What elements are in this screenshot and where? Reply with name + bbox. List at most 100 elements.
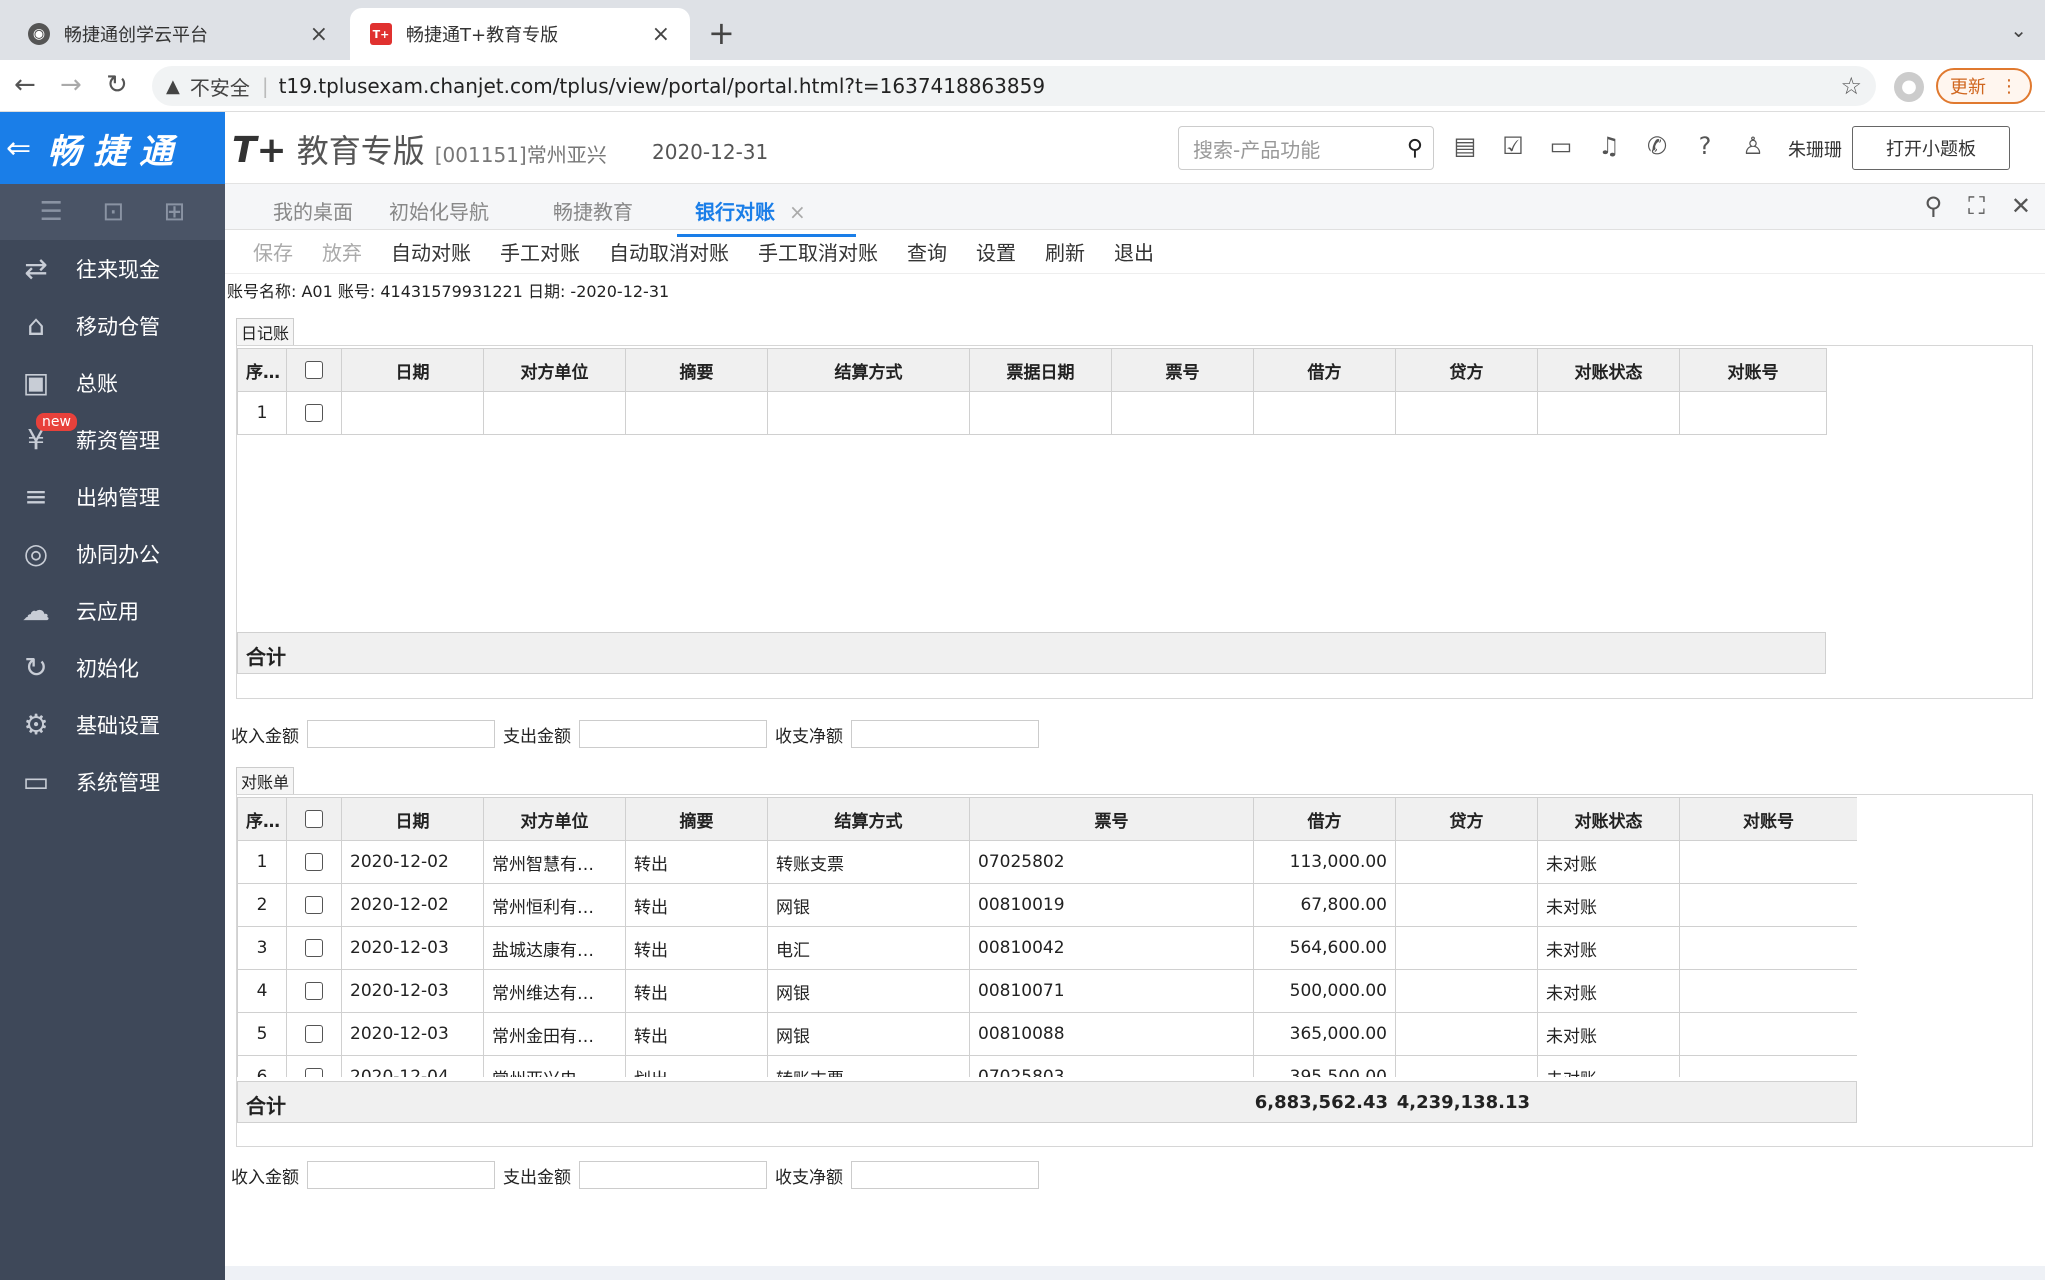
sidebar-item-cash[interactable]: ⇄ 往来现金 bbox=[0, 240, 225, 297]
discard-button[interactable]: 放弃 bbox=[322, 237, 362, 266]
cell-counterparty[interactable]: 常州恒利有… bbox=[483, 883, 626, 927]
cell[interactable] bbox=[1111, 391, 1254, 435]
col-header[interactable]: 贷方 bbox=[1395, 348, 1538, 392]
cell-status[interactable]: 未对账 bbox=[1537, 1055, 1680, 1077]
sidebar-item-warehouse[interactable]: ⌂ 移动仓管 bbox=[0, 297, 225, 354]
cell[interactable] bbox=[1679, 391, 1827, 435]
help-icon[interactable]: ? bbox=[1692, 130, 1718, 162]
cell-settlement[interactable]: 网银 bbox=[767, 1012, 970, 1056]
cell[interactable] bbox=[341, 391, 484, 435]
manual-cancel-button[interactable]: 手工取消对账 bbox=[758, 237, 878, 266]
sidebar-item-collaboration[interactable]: ◎ 协同办公 bbox=[0, 525, 225, 582]
cell-select[interactable] bbox=[286, 1055, 342, 1077]
cell-debit[interactable]: 500,000.00 bbox=[1253, 969, 1396, 1013]
auto-cancel-button[interactable]: 自动取消对账 bbox=[609, 237, 729, 266]
phone-icon[interactable]: ✆ bbox=[1644, 130, 1670, 162]
income-field[interactable] bbox=[307, 1161, 495, 1189]
checklist-icon[interactable]: ☑ bbox=[1500, 130, 1526, 162]
cell-summary[interactable]: 转出 bbox=[625, 883, 768, 927]
col-header[interactable]: 贷方 bbox=[1395, 797, 1538, 841]
expense-field[interactable] bbox=[579, 1161, 767, 1189]
col-header[interactable]: 序号 bbox=[237, 797, 287, 841]
net-field[interactable] bbox=[851, 720, 1039, 748]
close-tab-icon[interactable]: × bbox=[789, 200, 806, 224]
cell-counterparty[interactable]: 常州维达有… bbox=[483, 969, 626, 1013]
col-header[interactable]: 对方单位 bbox=[483, 797, 626, 841]
cell-debit[interactable]: 365,000.00 bbox=[1253, 1012, 1396, 1056]
reload-icon[interactable]: ↻ bbox=[106, 70, 128, 100]
col-header[interactable]: 结算方式 bbox=[767, 797, 970, 841]
col-header-select[interactable] bbox=[286, 348, 342, 392]
select-all-checkbox[interactable] bbox=[305, 810, 323, 828]
sidebar-item-cloud[interactable]: ☁ 云应用 bbox=[0, 582, 225, 639]
cell-ticket-no[interactable]: 00810019 bbox=[969, 883, 1254, 927]
cell-date[interactable]: 2020-12-04 bbox=[341, 1055, 484, 1077]
back-icon[interactable]: ← bbox=[14, 70, 36, 100]
refresh-button[interactable]: 刷新 bbox=[1045, 237, 1085, 266]
cell[interactable] bbox=[1253, 391, 1396, 435]
search-icon[interactable]: ⚲ bbox=[1925, 192, 1943, 220]
cell[interactable] bbox=[1537, 391, 1680, 435]
update-button[interactable]: 更新 ⋮ bbox=[1936, 68, 2032, 104]
exit-button[interactable]: 退出 bbox=[1114, 237, 1154, 266]
table-row[interactable]: 4 2020-12-03 常州维达有… 转出 网银 00810071 500,0… bbox=[237, 969, 1857, 1013]
col-header[interactable]: 票据日期 bbox=[969, 348, 1112, 392]
browser-tab-1[interactable]: ◉ 畅捷通创学云平台 × bbox=[8, 8, 348, 60]
col-header[interactable]: 摘要 bbox=[625, 797, 768, 841]
cell-summary[interactable]: 转出 bbox=[625, 840, 768, 884]
cell-settlement[interactable]: 转账支票 bbox=[767, 1055, 970, 1077]
sidebar-item-system[interactable]: ▭ 系统管理 bbox=[0, 753, 225, 810]
cell-status[interactable]: 未对账 bbox=[1537, 883, 1680, 927]
col-header[interactable]: 对账号 bbox=[1679, 348, 1827, 392]
cell[interactable] bbox=[625, 391, 768, 435]
cell-credit[interactable] bbox=[1395, 840, 1538, 884]
sidebar-item-salary[interactable]: ¥ new 薪资管理 bbox=[0, 411, 225, 468]
cell-date[interactable]: 2020-12-02 bbox=[341, 840, 484, 884]
cell-credit[interactable] bbox=[1395, 969, 1538, 1013]
cell-date[interactable]: 2020-12-02 bbox=[341, 883, 484, 927]
row-checkbox[interactable] bbox=[305, 1025, 323, 1043]
row-checkbox[interactable] bbox=[305, 1068, 323, 1077]
cell-settlement[interactable]: 转账支票 bbox=[767, 840, 970, 884]
col-header[interactable]: 票号 bbox=[1111, 348, 1254, 392]
income-field[interactable] bbox=[307, 720, 495, 748]
settings-button[interactable]: 设置 bbox=[976, 237, 1016, 266]
cell-ticket-no[interactable]: 07025802 bbox=[969, 840, 1254, 884]
manual-reconcile-button[interactable]: 手工对账 bbox=[500, 237, 580, 266]
table-row[interactable]: 1 bbox=[237, 391, 1827, 435]
cell-ticket-no[interactable]: 07025803 bbox=[969, 1055, 1254, 1077]
open-board-button[interactable]: 打开小题板 bbox=[1852, 126, 2010, 170]
cell[interactable] bbox=[483, 391, 626, 435]
col-header[interactable]: 日期 bbox=[341, 797, 484, 841]
edit-icon[interactable]: ⊞ bbox=[164, 197, 186, 227]
cell-select[interactable] bbox=[286, 883, 342, 927]
sidebar-item-settings[interactable]: ⚙ 基础设置 bbox=[0, 696, 225, 753]
close-icon[interactable]: ✕ bbox=[2011, 192, 2031, 220]
cell-settlement[interactable]: 网银 bbox=[767, 969, 970, 1013]
cell-ticket-no[interactable]: 00810088 bbox=[969, 1012, 1254, 1056]
cell-select[interactable] bbox=[286, 969, 342, 1013]
statement-scroll[interactable]: 序号 日期 对方单位 摘要 结算方式 票号 借方 贷方 对账状态 对账号 1 2… bbox=[237, 797, 1857, 1077]
col-header[interactable]: 对方单位 bbox=[483, 348, 626, 392]
cell-summary[interactable]: 转出 bbox=[625, 969, 768, 1013]
cell-recon-no[interactable] bbox=[1679, 840, 1857, 884]
cell-select[interactable] bbox=[286, 391, 342, 435]
col-header[interactable]: 摘要 bbox=[625, 348, 768, 392]
tab-my-desktop[interactable]: 我的桌面 bbox=[273, 196, 353, 225]
expense-field[interactable] bbox=[579, 720, 767, 748]
sidebar-item-init[interactable]: ↻ 初始化 bbox=[0, 639, 225, 696]
table-row[interactable]: 2 2020-12-02 常州恒利有… 转出 网银 00810019 67,80… bbox=[237, 883, 1857, 927]
col-header[interactable]: 对账状态 bbox=[1537, 348, 1680, 392]
auto-reconcile-button[interactable]: 自动对账 bbox=[391, 237, 471, 266]
table-row[interactable]: 1 2020-12-02 常州智慧有… 转出 转账支票 07025802 113… bbox=[237, 840, 1857, 884]
search-icon[interactable]: ⚲ bbox=[1407, 136, 1423, 161]
col-header-select[interactable] bbox=[286, 797, 342, 841]
cell-ticket-no[interactable]: 00810071 bbox=[969, 969, 1254, 1013]
favorites-icon[interactable]: ⊡ bbox=[102, 197, 124, 227]
cell-recon-no[interactable] bbox=[1679, 926, 1857, 970]
cell-counterparty[interactable]: 盐城达康有… bbox=[483, 926, 626, 970]
cell-date[interactable]: 2020-12-03 bbox=[341, 969, 484, 1013]
message-icon[interactable]: ▭ bbox=[1548, 130, 1574, 162]
table-row[interactable]: 3 2020-12-03 盐城达康有… 转出 电汇 00810042 564,6… bbox=[237, 926, 1857, 970]
net-field[interactable] bbox=[851, 1161, 1039, 1189]
